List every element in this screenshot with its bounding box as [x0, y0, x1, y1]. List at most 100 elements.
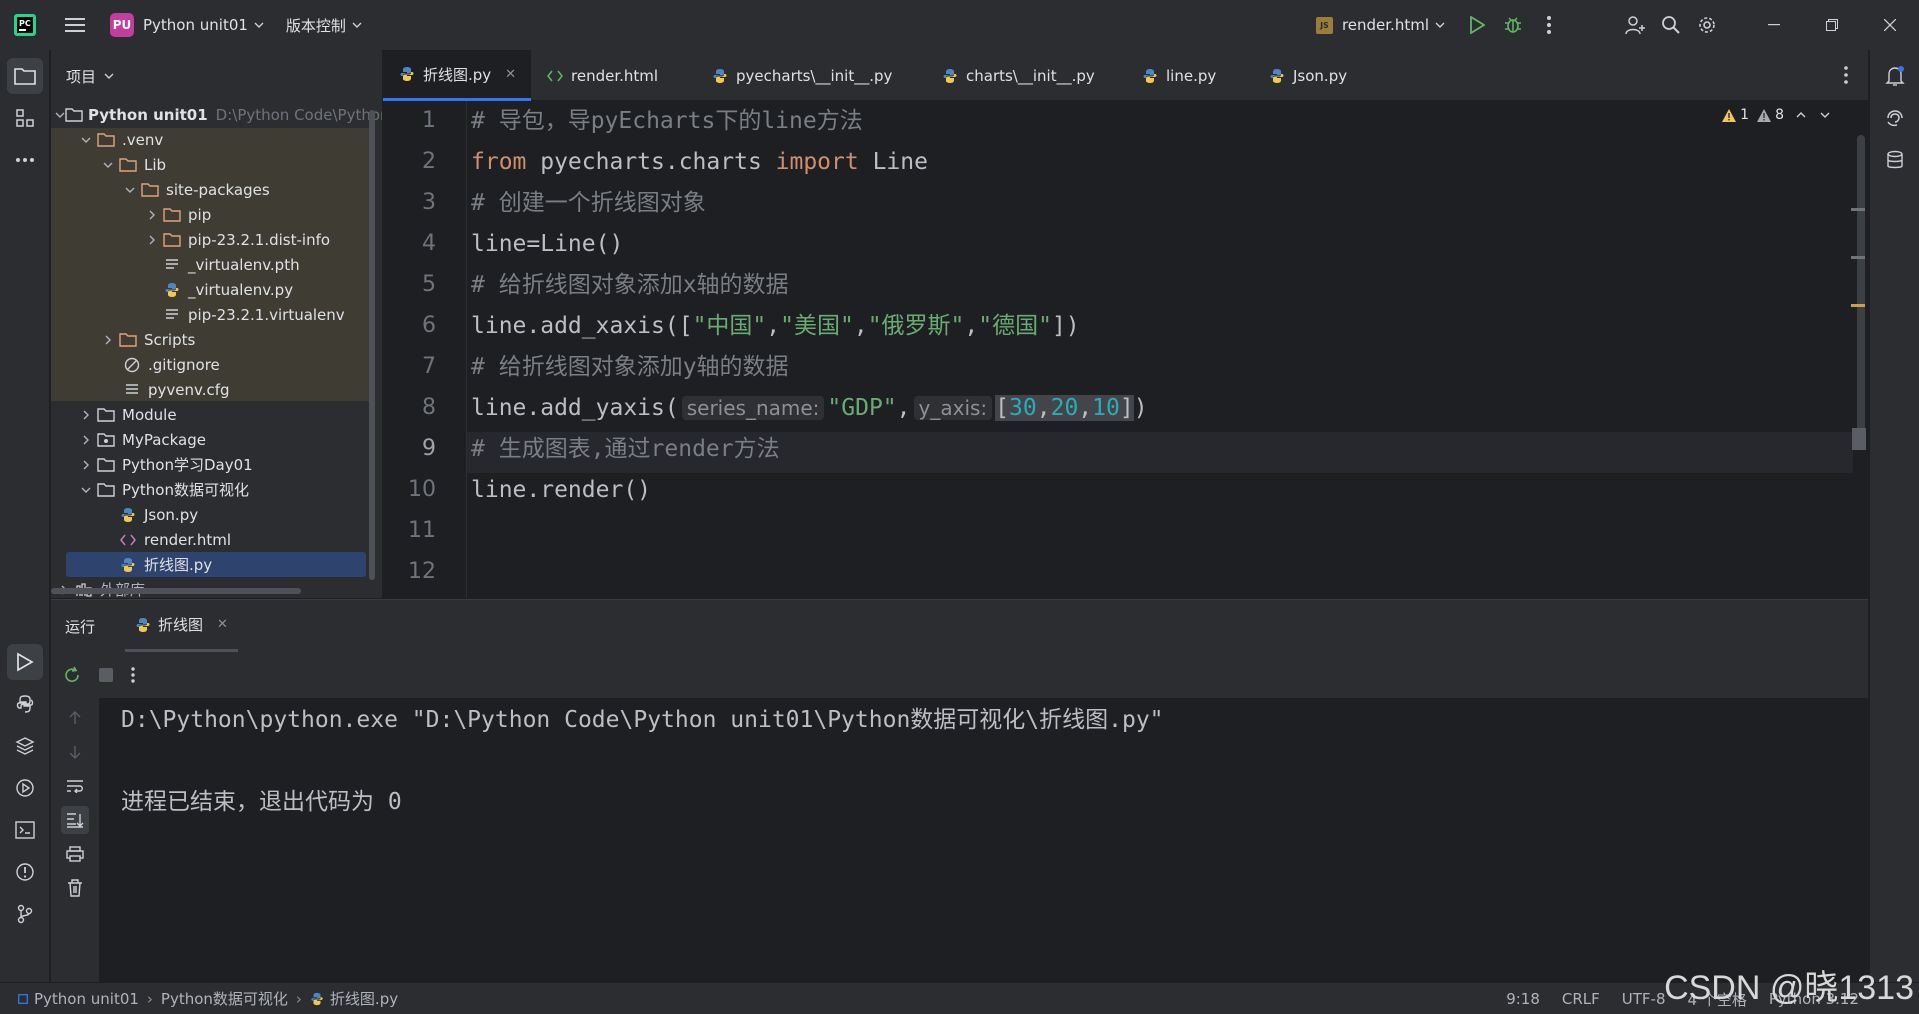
tree-item-label: site-packages — [166, 180, 270, 199]
line-number: 6 — [422, 313, 436, 338]
tree-item-virtualenv-pth[interactable]: _virtualenv.pth — [51, 252, 382, 277]
scroll-to-end-icon[interactable] — [61, 806, 89, 834]
excluded-folder-icon — [117, 332, 139, 347]
tab-options-icon[interactable] — [1844, 66, 1848, 84]
vertical-scrollbar[interactable] — [369, 110, 375, 580]
tree-item-label: _virtualenv.py — [188, 280, 294, 299]
tree-item-gitignore[interactable]: .gitignore — [51, 352, 382, 377]
tree-item-pip-dist-info[interactable]: pip-23.2.1.dist-info — [51, 227, 382, 252]
string-token: "德国" — [978, 313, 1052, 339]
editor-scrollbar[interactable] — [1857, 135, 1865, 445]
tree-item-pyvenv-cfg[interactable]: pyvenv.cfg — [51, 377, 382, 402]
tree-item-render-html[interactable]: render.html — [51, 527, 382, 552]
run-configuration-selector[interactable]: JS render.html — [1315, 16, 1445, 34]
print-icon[interactable] — [61, 840, 89, 868]
more-actions-icon[interactable] — [1531, 7, 1567, 43]
chevron-right-icon: › — [146, 989, 153, 1008]
parameter-hint: y_axis: — [913, 396, 993, 420]
tree-item-lib[interactable]: Lib — [51, 152, 382, 177]
problems-icon[interactable] — [7, 854, 43, 890]
tree-item-data-visualization[interactable]: Python数据可视化 — [51, 477, 382, 502]
settings-gear-icon[interactable] — [1689, 7, 1725, 43]
tree-item-venv[interactable]: .venv — [51, 127, 382, 152]
breadcrumb: Python unit01 › Python数据可视化 › 折线图.py — [18, 988, 398, 1009]
database-icon[interactable] — [1877, 142, 1913, 178]
text-file-icon — [161, 308, 183, 322]
caret-position[interactable]: 9:18 — [1506, 990, 1540, 1008]
vcs-selector[interactable]: 版本控制 — [286, 15, 362, 36]
line-separator[interactable]: CRLF — [1562, 990, 1600, 1008]
run-tab-line-chart[interactable]: 折线图 ✕ — [125, 600, 238, 652]
tab-render-html[interactable]: render.html — [531, 50, 696, 101]
add-user-icon[interactable] — [1617, 7, 1653, 43]
run-tool-icon[interactable] — [7, 644, 43, 680]
services-icon[interactable] — [7, 770, 43, 806]
terminal-icon[interactable] — [7, 812, 43, 848]
tree-item-site-packages[interactable]: site-packages — [51, 177, 382, 202]
tree-item-module[interactable]: Module — [51, 402, 382, 427]
structure-icon[interactable] — [7, 100, 43, 136]
project-folder-icon[interactable] — [7, 58, 43, 94]
minimize-window-button[interactable] — [1745, 0, 1803, 50]
tab-line-py[interactable]: line.py — [1126, 50, 1253, 101]
scroll-thumb[interactable] — [1852, 428, 1866, 450]
rerun-icon[interactable] — [63, 666, 81, 684]
code-area[interactable]: # 导包，导pyEcharts下的line方法 from pyecharts.c… — [471, 101, 1831, 598]
tree-item-pip-virtualenv[interactable]: pip-23.2.1.virtualenv — [51, 302, 382, 327]
more-actions-icon[interactable] — [131, 667, 135, 683]
more-tools-icon[interactable] — [7, 142, 43, 178]
tree-item-mypackage[interactable]: MyPackage — [51, 427, 382, 452]
html-file-icon — [547, 70, 563, 82]
debug-button[interactable] — [1495, 7, 1531, 43]
file-encoding[interactable]: UTF-8 — [1622, 990, 1666, 1008]
tree-item-label: pip-23.2.1.virtualenv — [188, 305, 345, 324]
close-window-button[interactable] — [1861, 0, 1919, 50]
arrow-down-icon[interactable] — [61, 738, 89, 766]
restore-window-button[interactable] — [1803, 0, 1861, 50]
chevron-down-icon[interactable] — [1820, 112, 1830, 118]
close-tab-icon[interactable]: ✕ — [505, 67, 516, 82]
breadcrumb-item[interactable]: 折线图.py — [330, 988, 398, 1009]
module-token: pyecharts.charts — [526, 149, 776, 175]
tree-item-project-root[interactable]: Python unit01 D:\Python Code\Python unit… — [51, 102, 382, 127]
run-panel: 运行 折线图 ✕ D:\Python\python.exe "D:\Python… — [51, 599, 1868, 983]
soft-wrap-icon[interactable] — [61, 772, 89, 800]
tree-item-virtualenv-py[interactable]: _virtualenv.py — [51, 277, 382, 302]
chevron-down-icon — [77, 137, 95, 143]
search-icon[interactable] — [1653, 7, 1689, 43]
main-menu-icon[interactable] — [50, 0, 100, 50]
comma-token: , — [1036, 395, 1051, 421]
tree-item-json-py[interactable]: Json.py — [51, 502, 382, 527]
close-tab-icon[interactable]: ✕ — [217, 617, 228, 632]
arrow-up-icon[interactable] — [61, 704, 89, 732]
breadcrumb-item[interactable]: Python unit01 — [34, 990, 139, 1008]
tree-item-python-day01[interactable]: Python学习Day01 — [51, 452, 382, 477]
tree-item-scripts[interactable]: Scripts — [51, 327, 382, 352]
tree-item-line-chart-py[interactable]: 折线图.py — [66, 552, 366, 577]
notifications-bell-icon[interactable] — [1877, 58, 1913, 94]
tab-pyecharts-init[interactable]: pyecharts\__init__.py — [696, 50, 926, 101]
python-packages-layers-icon[interactable] — [7, 728, 43, 764]
chevron-up-icon[interactable] — [1796, 112, 1806, 118]
breadcrumb-item[interactable]: Python数据可视化 — [161, 988, 288, 1009]
tree-item-pip[interactable]: pip — [51, 202, 382, 227]
tab-line-chart-py[interactable]: 折线图.py ✕ — [383, 50, 531, 101]
ai-assistant-icon[interactable] — [1877, 100, 1913, 136]
chevron-down-icon — [254, 22, 264, 28]
run-button[interactable] — [1459, 7, 1495, 43]
git-branch-icon[interactable] — [7, 896, 43, 932]
tab-label: line.py — [1166, 66, 1217, 85]
tab-charts-init[interactable]: charts\__init__.py — [926, 50, 1126, 101]
project-panel-header[interactable]: 项目 — [51, 50, 382, 102]
tree-item-label: Python unit01 — [88, 105, 208, 124]
inspection-widget[interactable]: 1 8 — [1722, 107, 1830, 123]
line-number: 5 — [422, 272, 436, 297]
project-selector[interactable]: PU Python unit01 — [110, 13, 264, 37]
trash-icon[interactable] — [61, 874, 89, 902]
stop-icon[interactable] — [99, 668, 113, 682]
tab-json-py[interactable]: Json.py — [1253, 50, 1393, 101]
python-console-icon[interactable] — [7, 686, 43, 722]
horizontal-scrollbar[interactable] — [51, 588, 301, 594]
project-badge: PU — [110, 13, 134, 37]
chevron-down-icon — [1435, 22, 1445, 28]
